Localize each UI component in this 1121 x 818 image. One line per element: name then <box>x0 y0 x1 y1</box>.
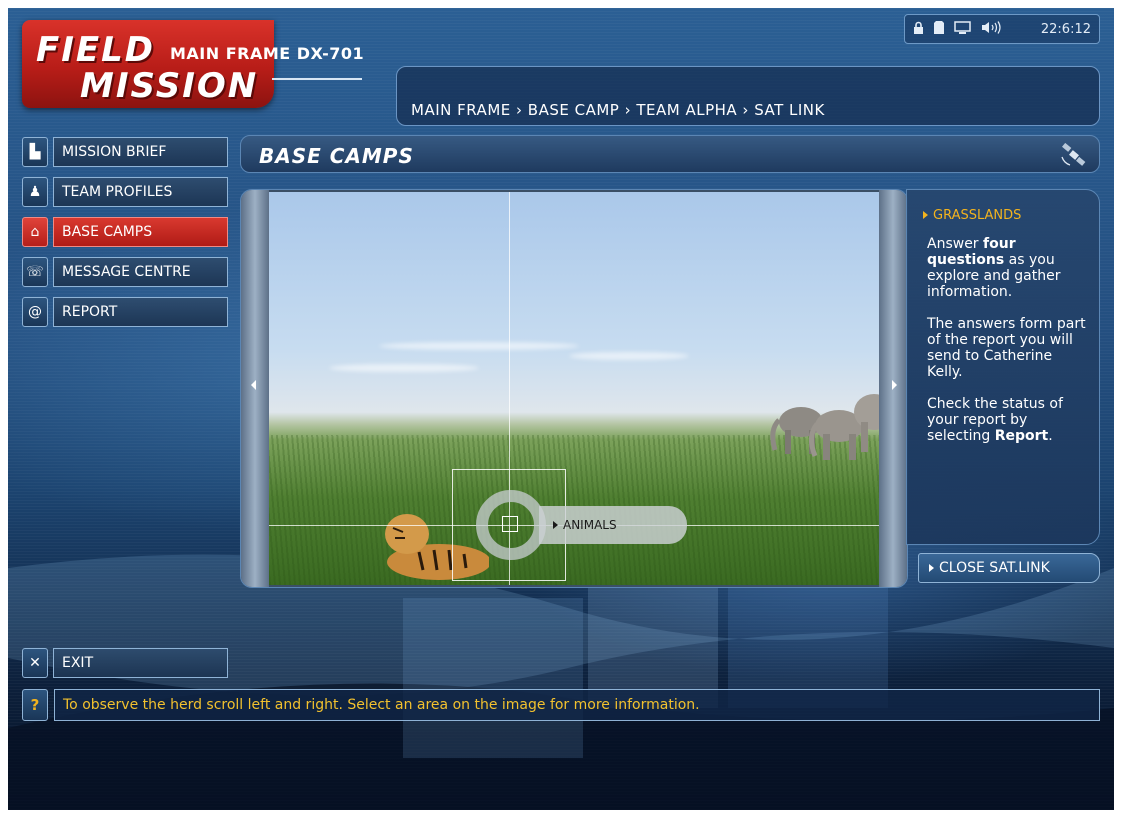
logo-line-2: MISSION <box>80 66 259 106</box>
play-arrow-icon <box>553 521 558 529</box>
grasslands-scene[interactable]: ANIMALS <box>269 192 881 585</box>
field-mission-logo: FIELD MISSION MAIN FRAME DX-701 <box>22 20 382 115</box>
nav-item-label[interactable]: MISSION BRIEF <box>53 137 228 167</box>
logo-line-1: FIELD <box>36 30 155 70</box>
nav-item-message-centre[interactable]: ☏ MESSAGE CENTRE <box>22 257 228 289</box>
animals-hotspot-label[interactable]: ANIMALS <box>539 506 687 544</box>
exit-button[interactable]: ✕ EXIT <box>22 648 228 680</box>
help-icon[interactable]: ? <box>22 689 48 721</box>
status-bar: 22:6:12 <box>904 14 1100 44</box>
help-text: To observe the herd scroll left and righ… <box>54 689 1100 721</box>
info-heading: GRASSLANDS <box>923 208 1021 223</box>
info-paragraph-1: Answer four questions as you explore and… <box>927 236 1061 300</box>
heading-arrow-icon <box>923 211 928 219</box>
info-paragraph-3: Check the status of your report by selec… <box>927 396 1063 444</box>
home-icon[interactable]: ⌂ <box>22 217 48 247</box>
hotspot-label-text: ANIMALS <box>563 518 617 532</box>
section-title: BASE CAMPS <box>259 144 414 168</box>
info-panel: GRASSLANDS Answer four questions as you … <box>906 189 1100 545</box>
elephant-herd[interactable] <box>759 392 881 472</box>
info-text: Answer four questions as you explore and… <box>927 236 1087 460</box>
volume-icon[interactable] <box>981 20 1003 38</box>
satellite-icon <box>1061 143 1086 166</box>
nav-item-label[interactable]: MESSAGE CENTRE <box>53 257 228 287</box>
logo-subtitle: MAIN FRAME DX-701 <box>170 44 365 63</box>
scroll-left-button[interactable] <box>241 190 269 587</box>
lock-icon <box>913 21 924 38</box>
nav-item-report[interactable]: @ REPORT <box>22 297 228 329</box>
arrow-right-icon <box>892 380 897 390</box>
person-icon[interactable]: ♟ <box>22 177 48 207</box>
monitor-icon <box>954 20 971 38</box>
nav-item-mission-brief[interactable]: ▙ MISSION BRIEF <box>22 137 228 169</box>
battery-icon <box>934 20 944 38</box>
clock: 22:6:12 <box>1040 21 1091 37</box>
side-nav: ▙ MISSION BRIEF ♟ TEAM PROFILES ⌂ BASE CAMPS ☏… <box>22 137 228 337</box>
section-header: BASE CAMPS <box>240 135 1100 173</box>
nav-item-base-camps[interactable]: ⌂ BASE CAMPS <box>22 217 228 249</box>
logo-tail <box>272 78 362 80</box>
nav-item-label[interactable]: REPORT <box>53 297 228 327</box>
close-icon[interactable]: ✕ <box>22 648 48 678</box>
info-paragraph-2: The answers form part of the report you … <box>927 316 1086 380</box>
play-arrow-icon <box>929 564 934 572</box>
scroll-right-button[interactable] <box>879 190 907 587</box>
document-icon[interactable]: ▙ <box>22 137 48 167</box>
info-heading-text: GRASSLANDS <box>933 208 1022 223</box>
nav-item-label[interactable]: BASE CAMPS <box>53 217 228 247</box>
breadcrumb: MAIN FRAME › BASE CAMP › TEAM ALPHA › SA… <box>411 101 825 119</box>
app-window: FIELD MISSION MAIN FRAME DX-701 22:6:12 … <box>8 8 1114 810</box>
exit-label[interactable]: EXIT <box>53 648 228 678</box>
target-center[interactable] <box>502 516 518 532</box>
close-sat-link-button[interactable]: CLOSE SAT.LINK <box>918 553 1100 583</box>
breadcrumb-panel: MAIN FRAME › BASE CAMP › TEAM ALPHA › SA… <box>396 66 1100 126</box>
close-sat-link-label: CLOSE SAT.LINK <box>939 560 1050 576</box>
help-bar: ? To observe the herd scroll left and ri… <box>22 689 1100 723</box>
phone-icon[interactable]: ☏ <box>22 257 48 287</box>
arrow-left-icon <box>251 380 256 390</box>
image-viewer[interactable]: ANIMALS <box>240 189 908 588</box>
nav-item-label[interactable]: TEAM PROFILES <box>53 177 228 207</box>
at-icon[interactable]: @ <box>22 297 48 327</box>
nav-item-team-profiles[interactable]: ♟ TEAM PROFILES <box>22 177 228 209</box>
